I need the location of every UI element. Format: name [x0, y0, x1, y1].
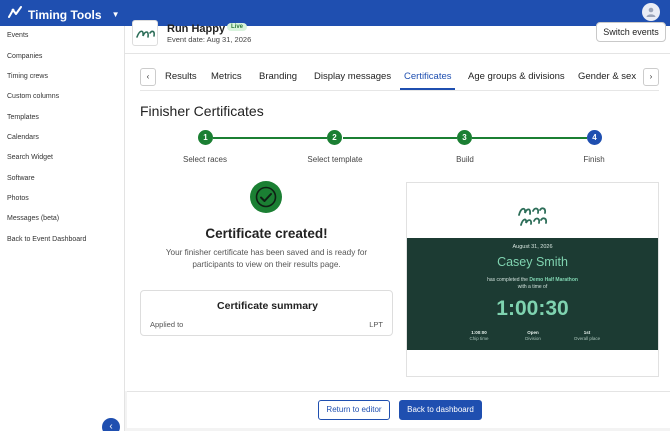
step-3-label: Build	[456, 155, 474, 164]
tabs-scroll-right-button[interactable]: ›	[643, 68, 659, 86]
event-logo	[132, 20, 158, 46]
event-name: Run Happy	[167, 23, 226, 35]
step-1-indicator: 1	[198, 130, 213, 145]
tab-metrics[interactable]: Metrics	[211, 71, 242, 82]
tabs-scroll-left-button[interactable]: ‹	[140, 68, 156, 86]
sidebar-item-search-widget[interactable]: Search Widget	[7, 154, 53, 161]
certificate-stat-overall-place: 1st Overall place	[552, 330, 622, 341]
chevron-right-icon: ›	[649, 72, 653, 81]
sidebar-item-companies[interactable]: Companies	[7, 53, 42, 60]
summary-title: Certificate summary	[217, 300, 318, 312]
success-message: Your finisher certificate has been saved…	[165, 248, 368, 269]
tab-gender-sex[interactable]: Gender & sex	[578, 71, 636, 82]
certificate-preview: August 31, 2026 Casey Smith has complete…	[406, 182, 659, 377]
sidebar-item-events[interactable]: Events	[7, 32, 28, 39]
certificate-summary-card: Certificate summary Applied to LPT	[140, 290, 393, 336]
certificate-date: August 31, 2026	[512, 244, 553, 250]
step-connector	[213, 137, 327, 139]
app-switcher[interactable]: Timing Tools ▼	[8, 5, 119, 24]
sidebar-item-calendars[interactable]: Calendars	[7, 134, 39, 141]
back-to-dashboard-button[interactable]: Back to dashboard	[399, 400, 482, 420]
certificate-completed-prefix: has completed the	[487, 277, 528, 283]
page-title: Finisher Certificates	[140, 103, 264, 119]
user-icon	[646, 7, 656, 17]
sidebar-item-software[interactable]: Software	[7, 175, 35, 182]
tab-certificates[interactable]: Certificates	[404, 71, 452, 82]
status-badge: Live	[227, 23, 248, 31]
timing-logo-icon	[8, 5, 22, 24]
step-2-indicator: 2	[327, 130, 342, 145]
success-icon	[250, 181, 282, 213]
collapse-sidebar-button[interactable]: ‹	[102, 418, 120, 431]
step-3-indicator: 3	[457, 130, 472, 145]
app-name: Timing Tools	[28, 7, 102, 22]
user-avatar[interactable]	[642, 3, 660, 21]
sidebar-item-messages[interactable]: Messages (beta)	[7, 215, 59, 222]
step-connector	[472, 137, 587, 139]
sidebar-item-templates[interactable]: Templates	[7, 114, 39, 121]
success-title: Certificate created!	[205, 226, 328, 241]
switch-events-button[interactable]: Switch events	[596, 22, 666, 42]
caret-down-icon: ▼	[111, 10, 120, 19]
step-4-indicator: 4	[587, 130, 602, 145]
certificate-race-name: Demo Half Marathon	[529, 277, 578, 283]
tabs-divider	[140, 90, 659, 91]
active-tab-indicator	[400, 88, 455, 90]
step-1-label: Select races	[182, 155, 228, 164]
tab-age-groups[interactable]: Age groups & divisions	[468, 71, 565, 82]
certificate-finish-time: 1:00:30	[496, 297, 569, 320]
event-header: Run Happy Live Event date: Aug 31, 2026 …	[125, 20, 670, 54]
certificate-logo	[513, 201, 553, 235]
step-4-label: Finish	[583, 155, 605, 164]
event-date: Event date: Aug 31, 2026	[167, 35, 252, 44]
tab-results[interactable]: Results	[165, 71, 197, 82]
sidebar: Events Companies Timing crews Custom col…	[0, 26, 125, 431]
certificate-participant-name: Casey Smith	[497, 255, 568, 269]
sidebar-item-photos[interactable]: Photos	[7, 195, 29, 202]
stat-label: Overall place	[573, 336, 601, 341]
sidebar-item-custom-columns[interactable]: Custom columns	[7, 93, 59, 100]
chevron-left-icon: ‹	[146, 72, 150, 81]
top-bar: Timing Tools ▼	[0, 0, 670, 26]
step-2-label: Select template	[307, 155, 363, 164]
applied-to-label: Applied to	[150, 320, 184, 329]
certificate-body: August 31, 2026 Casey Smith has complete…	[407, 238, 658, 350]
main-content: ‹ Results Metrics Branding Display messa…	[125, 54, 670, 391]
step-connector	[343, 137, 457, 139]
certificate-completed-line: has completed the Demo Half Marathon	[407, 277, 658, 283]
tab-display-messages[interactable]: Display messages	[314, 71, 391, 82]
chevron-left-icon: ‹	[109, 421, 113, 431]
sidebar-item-timing-crews[interactable]: Timing crews	[7, 73, 48, 80]
sidebar-item-back-to-dashboard[interactable]: Back to Event Dashboard	[7, 236, 86, 243]
tab-branding[interactable]: Branding	[259, 71, 297, 82]
footer-actions: Return to editor Back to dashboard	[127, 391, 670, 428]
return-to-editor-button[interactable]: Return to editor	[318, 400, 390, 420]
stat-value: 1st	[583, 330, 591, 335]
certificate-time-prefix: with a time of	[517, 284, 548, 290]
applied-to-value: LPT	[369, 320, 383, 329]
